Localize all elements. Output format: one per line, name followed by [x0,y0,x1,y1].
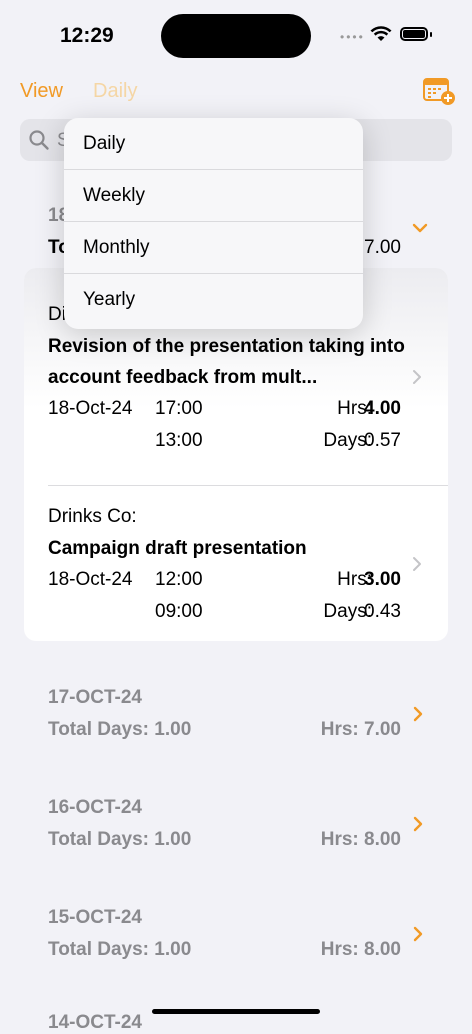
period-button[interactable]: Daily [93,80,137,103]
period-menu: Daily Weekly Monthly Yearly [64,118,363,329]
view-button[interactable]: View [20,80,63,103]
group-total-days: Total Days: 1.00 [48,829,192,850]
entry-start-time: 13:00 [155,430,203,451]
chevron-right-icon[interactable] [412,815,424,833]
chevron-right-icon[interactable] [411,368,423,386]
divider [48,485,448,486]
entry-hrs-value: 4.00 [364,398,401,419]
battery-icon [400,27,428,41]
chevron-right-icon[interactable] [411,555,423,573]
group-date: 17-OCT-24 [48,687,142,708]
group-total-days: Total Days: 1.00 [48,939,192,960]
group-total-hrs: Hrs: 7.00 [320,719,401,740]
chevron-down-icon[interactable] [412,222,428,234]
group-date: 15-OCT-24 [48,907,142,928]
group-total-hrs: 7.00 [364,237,401,258]
status-bar: 12:29 •••• [0,0,472,70]
entry-end-time: 12:00 [155,569,203,590]
group-date-peek: 14-OCT-24 [48,1012,142,1033]
signal-icon: •••• [340,30,365,44]
wifi-icon [370,26,392,41]
group-total-hrs: Hrs: 8.00 [320,939,401,960]
entry-client: Drinks Co: [48,506,137,527]
menu-item-yearly[interactable]: Yearly [64,274,363,326]
battery-cap [430,32,432,37]
group-total-hrs: Hrs: 8.00 [320,829,401,850]
calendar-add-icon[interactable] [422,76,456,106]
entry-end-time: 17:00 [155,398,203,419]
menu-item-monthly[interactable]: Monthly [64,222,363,274]
entry-title: Campaign draft presentation [48,538,307,559]
home-indicator[interactable] [152,1009,320,1014]
menu-item-weekly[interactable]: Weekly [64,170,363,222]
entry-hrs-value: 3.00 [364,569,401,590]
search-icon [29,130,49,150]
entry-days-value: 0.57 [364,430,401,451]
status-time: 12:29 [60,24,114,47]
entry-title: Revision of the presentation taking into… [48,336,405,388]
entry-days-value: 0.43 [364,601,401,622]
chevron-right-icon[interactable] [412,705,424,723]
dynamic-island [161,14,311,58]
group-total-days: Total Days: 1.00 [48,719,192,740]
group-date: 16-OCT-24 [48,797,142,818]
entry-date: 18-Oct-24 [48,569,133,590]
chevron-right-icon[interactable] [412,925,424,943]
entry-date: 18-Oct-24 [48,398,133,419]
entry-start-time: 09:00 [155,601,203,622]
menu-item-daily[interactable]: Daily [64,118,363,170]
